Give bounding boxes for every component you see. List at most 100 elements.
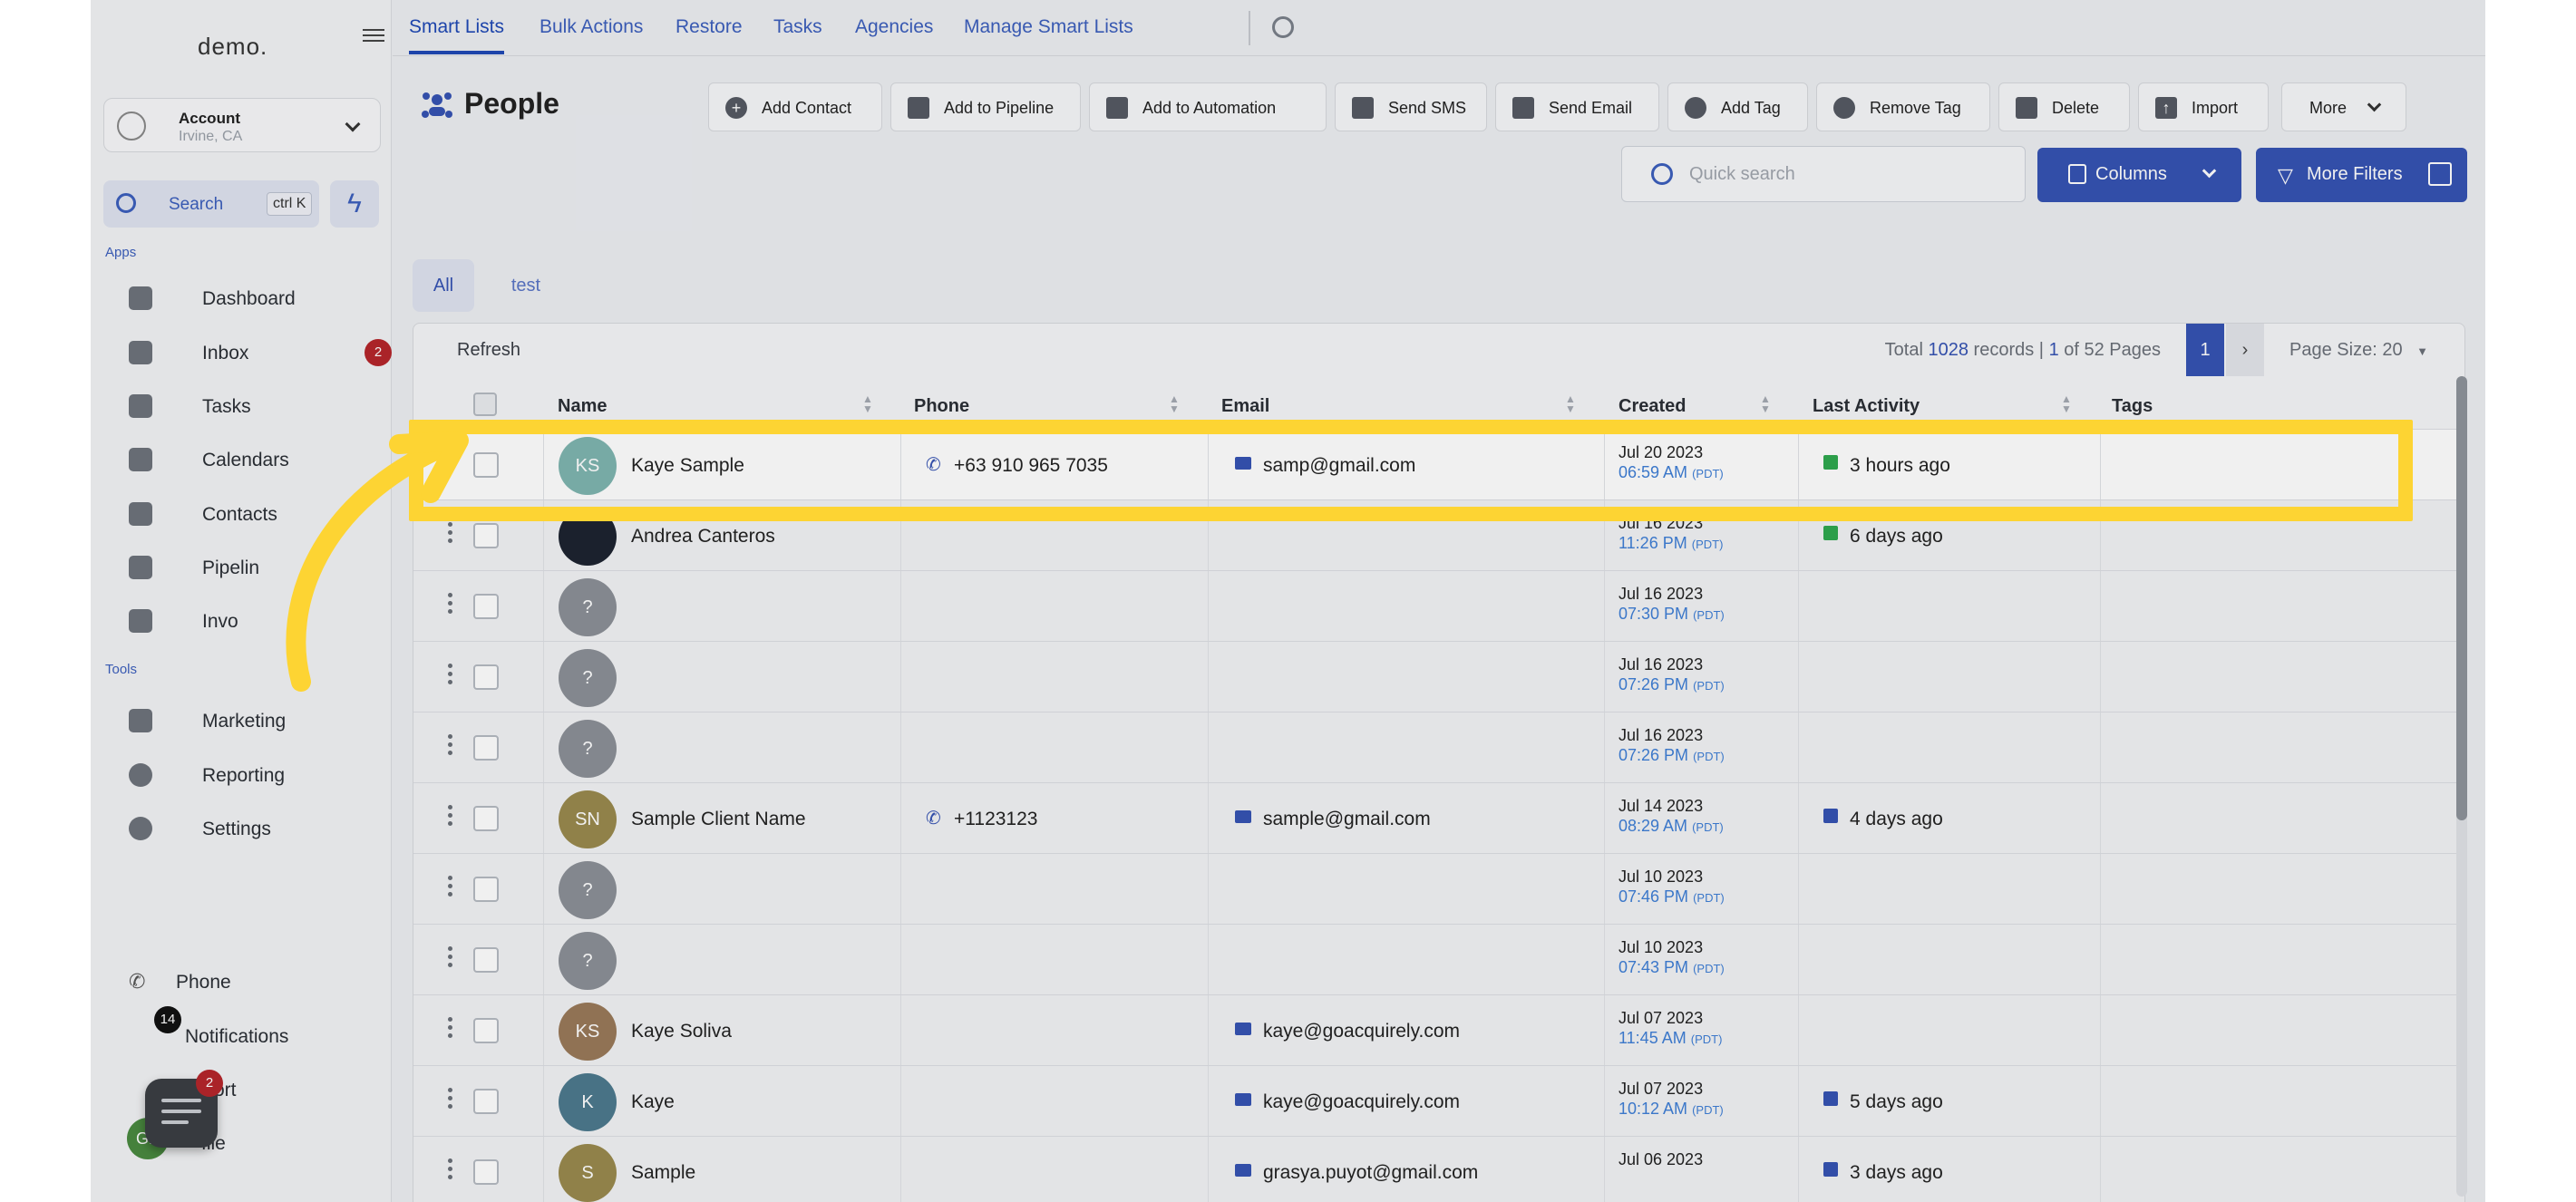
row-menu-icon[interactable]	[448, 805, 453, 829]
row-checkbox[interactable]	[473, 1089, 499, 1114]
col-tags[interactable]: Tags	[2112, 396, 2153, 417]
contact-name[interactable]: Kaye Sample	[631, 455, 744, 477]
contact-name[interactable]: Sample	[631, 1162, 695, 1184]
row-checkbox[interactable]	[473, 735, 499, 761]
contact-name[interactable]: Kaye	[631, 1091, 675, 1113]
table-toolbar: Refresh Total 1028 records | 1 of 52 Pag…	[413, 324, 2464, 378]
row-menu-icon[interactable]	[448, 876, 453, 900]
more-actions-button[interactable]: More	[2281, 82, 2406, 131]
sidebar-item-phone[interactable]: ✆ Phone	[125, 961, 379, 1001]
contact-name[interactable]: Kaye Soliva	[631, 1021, 732, 1042]
account-switcher[interactable]: Account Irvine, CA	[103, 98, 381, 152]
contact-email[interactable]: kaye@goacquirely.com	[1263, 1021, 1460, 1042]
email-activity-icon	[1823, 1091, 1838, 1106]
table-row[interactable]: ? Jul 16 2023 07:26 PM (PDT)	[413, 712, 2464, 783]
cell-divider	[1604, 430, 1605, 500]
list-tab-all[interactable]: All	[413, 259, 474, 312]
tab-tasks[interactable]: Tasks	[773, 16, 822, 38]
contact-email[interactable]: kaye@goacquirely.com	[1263, 1091, 1460, 1113]
quick-search[interactable]	[1621, 146, 2026, 202]
contact-email[interactable]: samp@gmail.com	[1263, 455, 1415, 477]
table-row[interactable]: S Sample grasya.puyot@gmail.com Jul 06 2023…	[413, 1136, 2464, 1202]
row-checkbox[interactable]	[473, 806, 499, 831]
table-scrollbar[interactable]	[2456, 376, 2467, 1197]
page-size-select[interactable]: Page Size: 20 ▼	[2289, 340, 2428, 361]
add-tag-button[interactable]: Add Tag	[1667, 82, 1808, 131]
table-row[interactable]: ? Jul 10 2023 07:46 PM (PDT)	[413, 853, 2464, 925]
table-row[interactable]: ? Jul 16 2023 07:26 PM (PDT)	[413, 641, 2464, 712]
sidebar-item-settings[interactable]: Settings	[125, 808, 379, 848]
remove-tag-button[interactable]: Remove Tag	[1816, 82, 1990, 131]
col-created[interactable]: Created	[1619, 396, 1686, 417]
delete-button[interactable]: Delete	[1998, 82, 2130, 131]
sort-icon[interactable]: ▲ ▼	[1169, 393, 1180, 414]
columns-button[interactable]: Columns	[2037, 148, 2241, 202]
tab-manage-smart-lists[interactable]: Manage Smart Lists	[964, 16, 1133, 38]
sort-icon[interactable]: ▲ ▼	[862, 393, 873, 414]
tab-bulk-actions[interactable]: Bulk Actions	[540, 16, 643, 38]
list-tab-test[interactable]: test	[490, 259, 562, 312]
tab-restore[interactable]: Restore	[676, 16, 743, 38]
contact-email[interactable]: grasya.puyot@gmail.com	[1263, 1162, 1478, 1184]
add-to-pipeline-button[interactable]: Add to Pipeline	[890, 82, 1081, 131]
cell-divider	[900, 995, 901, 1066]
chat-widget-badge: 2	[196, 1070, 223, 1097]
contact-name[interactable]: Andrea Canteros	[631, 526, 775, 548]
refresh-button[interactable]: Refresh	[457, 340, 520, 361]
sidebar-item-tasks[interactable]: Tasks	[125, 385, 379, 425]
table-row[interactable]: ? Jul 16 2023 07:30 PM (PDT)	[413, 570, 2464, 642]
row-menu-icon[interactable]	[448, 946, 453, 971]
quick-search-input[interactable]	[1689, 161, 1998, 187]
tab-agencies[interactable]: Agencies	[855, 16, 933, 38]
send-email-button[interactable]: Send Email	[1495, 82, 1659, 131]
next-page-icon[interactable]: ›	[2226, 324, 2264, 376]
table-row[interactable]: KS Kaye Soliva kaye@goacquirely.com Jul 07 …	[413, 994, 2464, 1066]
table-row[interactable]: SN Sample Client Name ✆ +1123123 sample@gmai…	[413, 782, 2464, 854]
row-checkbox[interactable]	[473, 877, 499, 902]
import-button[interactable]: ↑ Import	[2138, 82, 2269, 131]
sort-icon[interactable]: ▲ ▼	[2061, 393, 2072, 414]
page-button-1[interactable]: 1	[2186, 324, 2224, 376]
sidebar-search[interactable]: Search ctrl K	[103, 180, 319, 228]
collapse-sidebar-icon[interactable]	[363, 25, 384, 44]
col-name[interactable]: Name	[558, 396, 607, 417]
row-menu-icon[interactable]	[448, 734, 453, 759]
table-row[interactable]: KS Kaye Sample ✆ +63 910 965 7035 samp@gmail…	[413, 429, 2464, 500]
col-phone[interactable]: Phone	[914, 396, 969, 417]
row-menu-icon[interactable]	[448, 1158, 453, 1183]
table-row[interactable]: Andrea Canteros Jul 16 2023 11:26 PM (PDT)…	[413, 499, 2464, 571]
contact-phone[interactable]: +1123123	[954, 809, 1037, 830]
col-email[interactable]: Email	[1221, 396, 1269, 417]
row-checkbox[interactable]	[473, 1018, 499, 1043]
send-sms-button[interactable]: Send SMS	[1335, 82, 1487, 131]
sort-icon[interactable]: ▲ ▼	[1760, 393, 1771, 414]
row-menu-icon[interactable]	[448, 1017, 453, 1042]
last-activity: 5 days ago	[1850, 1091, 1943, 1112]
quick-actions-bolt-icon[interactable]: ϟ	[330, 180, 379, 228]
add-to-automation-button[interactable]: Add to Automation	[1089, 82, 1327, 131]
row-checkbox[interactable]	[473, 1159, 499, 1185]
scrollbar-thumb[interactable]	[2456, 376, 2467, 820]
total-records: Total 1028 records | 1 of 52 Pages	[1885, 340, 2161, 361]
row-menu-icon[interactable]	[448, 1088, 453, 1112]
cell-divider	[2100, 571, 2101, 642]
settings-gear-icon[interactable]	[1272, 16, 1294, 38]
add-contact-button[interactable]: + Add Contact	[708, 82, 882, 131]
sort-icon[interactable]: ▲ ▼	[1565, 393, 1576, 414]
row-checkbox[interactable]	[473, 947, 499, 973]
tab-smart-lists[interactable]: Smart Lists	[409, 16, 505, 54]
sidebar-item-reporting[interactable]: Reporting	[125, 754, 379, 794]
contact-name[interactable]: Sample Client Name	[631, 809, 806, 830]
sidebar-item-marketing[interactable]: Marketing	[125, 700, 379, 740]
cell-divider	[543, 854, 544, 925]
table-row[interactable]: ? Jul 10 2023 07:43 PM (PDT)	[413, 924, 2464, 995]
button-label: More Filters	[2307, 164, 2403, 184]
select-all-checkbox[interactable]	[473, 393, 497, 416]
more-filters-button[interactable]: ▽ More Filters	[2256, 148, 2467, 202]
contact-phone[interactable]: +63 910 965 7035	[954, 455, 1108, 477]
table-row[interactable]: K Kaye kaye@goacquirely.com Jul 07 2023 10:1…	[413, 1065, 2464, 1137]
col-last-activity[interactable]: Last Activity	[1813, 396, 1920, 417]
sidebar-item-dashboard[interactable]: Dashboard	[125, 277, 379, 317]
sidebar-item-inbox[interactable]: Inbox 2	[125, 332, 392, 372]
contact-email[interactable]: sample@gmail.com	[1263, 809, 1431, 830]
